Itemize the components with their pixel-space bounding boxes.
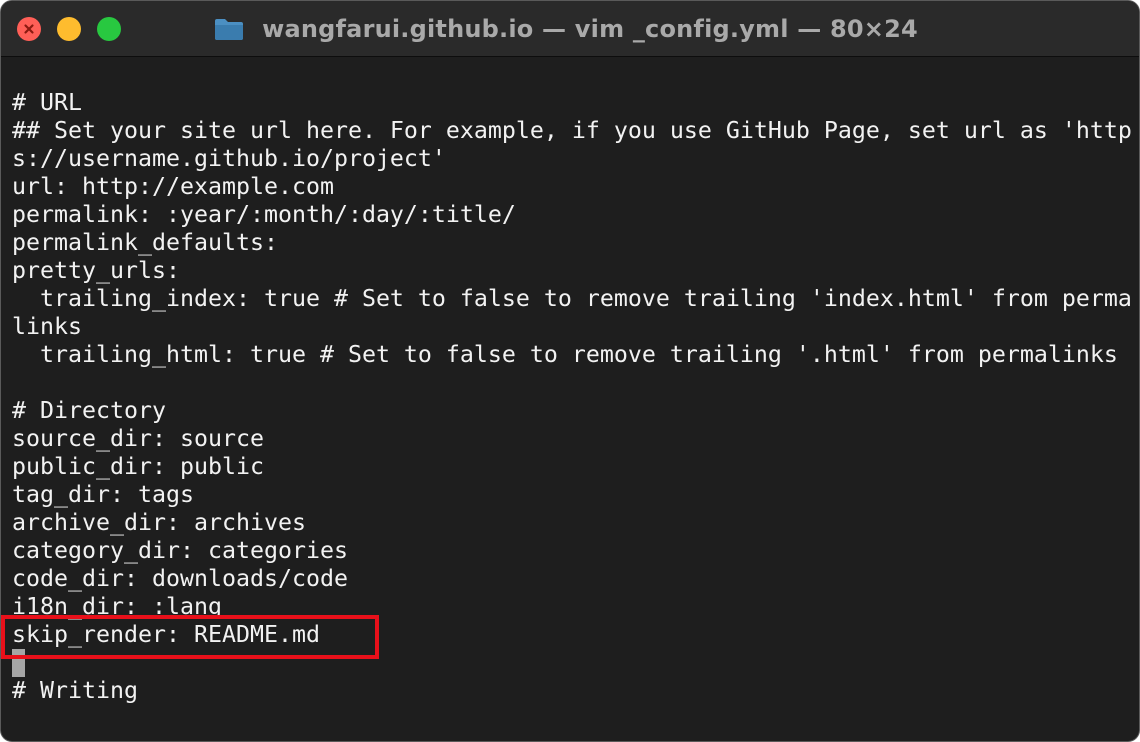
config-line [12, 369, 1134, 397]
config-line: ## Set your site url here. For example, … [12, 117, 1132, 144]
terminal-window: wangfarui.github.io — vim _config.yml — … [0, 0, 1140, 742]
vim-buffer[interactable]: # URL ## Set your site url here. For exa… [12, 89, 1134, 705]
config-line: archive_dir: archives [12, 509, 306, 536]
config-line: s://username.github.io/project' [12, 145, 446, 172]
config-line: pretty_urls: [12, 257, 180, 284]
folder-icon [215, 19, 244, 40]
config-line: # URL [12, 89, 82, 116]
window-title: wangfarui.github.io — vim _config.yml — … [262, 15, 918, 43]
window-title-area: wangfarui.github.io — vim _config.yml — … [1, 1, 1139, 57]
config-line: url: http://example.com [12, 173, 334, 200]
highlight-annotation-box [1, 615, 379, 659]
config-line: permalink_defaults: [12, 229, 278, 256]
title-bar[interactable]: wangfarui.github.io — vim _config.yml — … [1, 1, 1139, 57]
config-line: tag_dir: tags [12, 481, 194, 508]
config-line: category_dir: categories [12, 537, 348, 564]
config-line: links [12, 313, 82, 340]
config-line: # Directory [12, 397, 166, 424]
config-line: # Writing [12, 677, 138, 704]
config-line: trailing_html: true # Set to false to re… [12, 341, 1118, 368]
config-line: permalink: :year/:month/:day/:title/ [12, 201, 516, 228]
config-line: public_dir: public [12, 453, 264, 480]
config-line: code_dir: downloads/code [12, 565, 348, 592]
config-line: source_dir: source [12, 425, 264, 452]
config-line: trailing_index: true # Set to false to r… [12, 285, 1132, 312]
